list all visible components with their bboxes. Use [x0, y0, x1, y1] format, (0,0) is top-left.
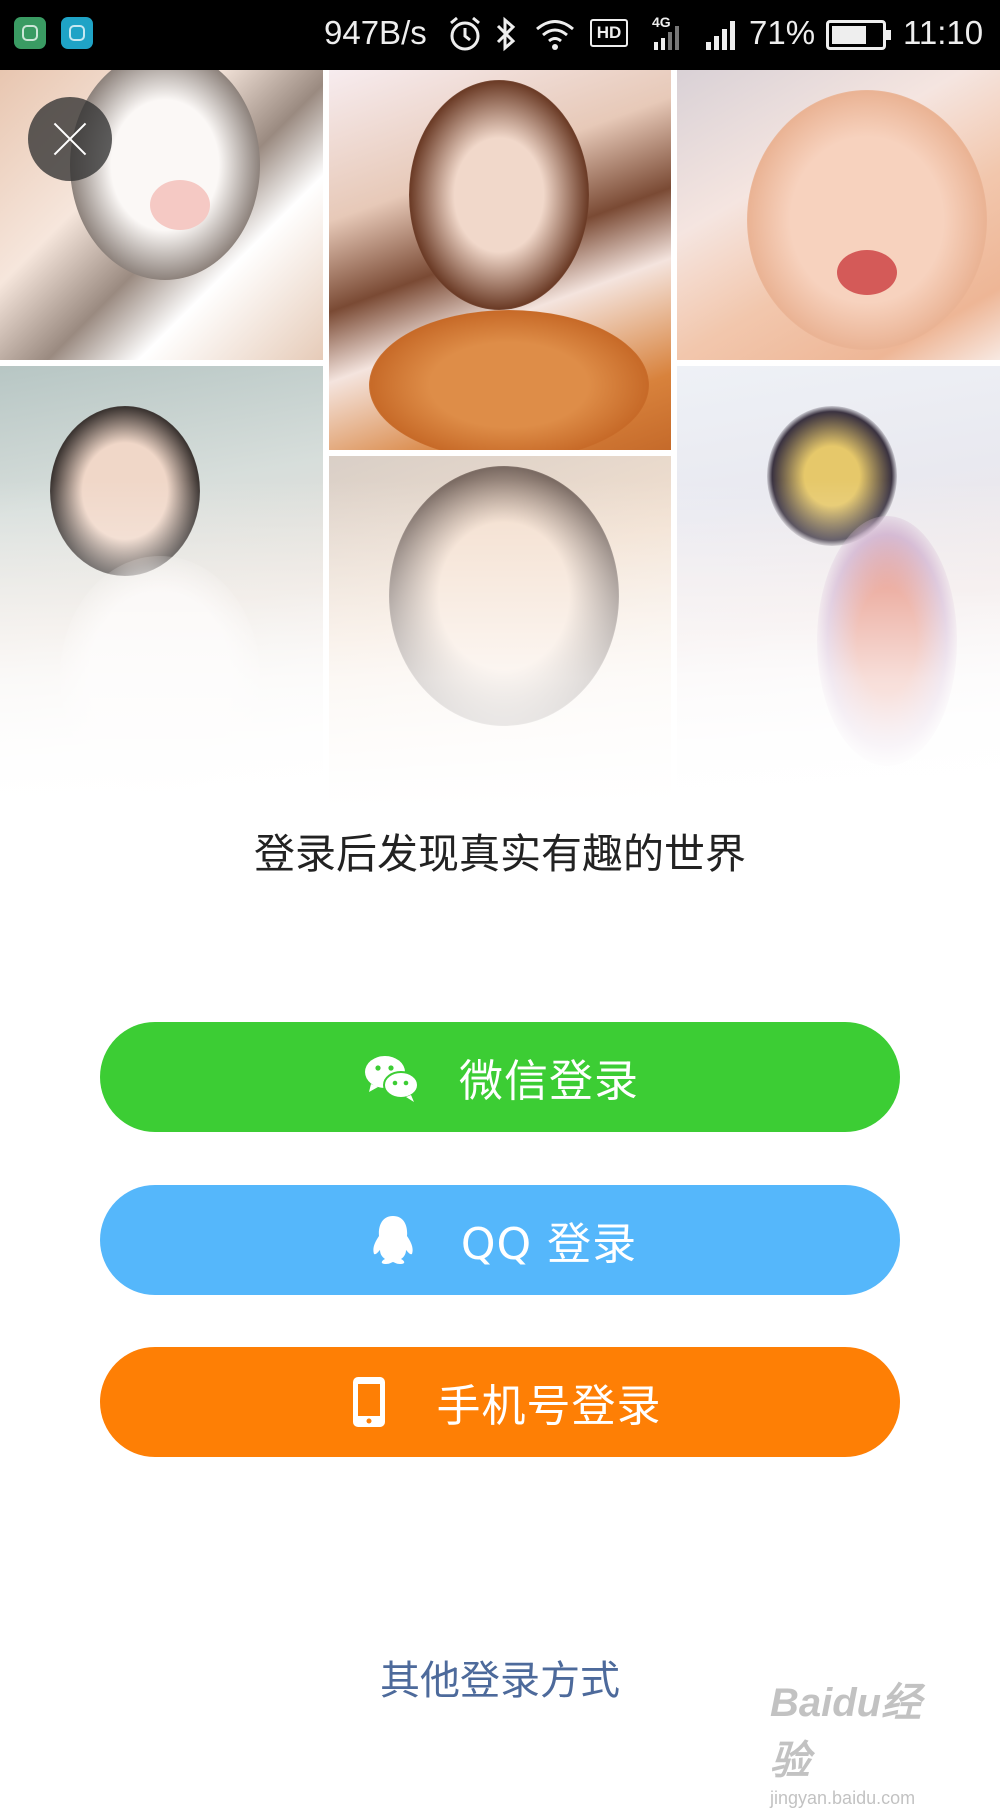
photo-collage: [0, 70, 1000, 810]
notification-app-icon: [14, 17, 46, 49]
phone-icon: [352, 1377, 385, 1427]
signal-strength-icon: [706, 21, 735, 50]
notification-qq-icon: [61, 17, 93, 49]
phone-login-label: 手机号登录: [436, 1381, 662, 1432]
wechat-login-button[interactable]: 微信登录: [100, 1022, 900, 1132]
collage-fade: [0, 480, 1000, 810]
qq-penguin-icon: [373, 1216, 413, 1264]
battery-icon: [826, 20, 891, 50]
bluetooth-icon: [496, 16, 516, 52]
clock: 11:10: [903, 14, 984, 51]
baby-photo: [677, 70, 1000, 360]
watermark-url: jingyan.baidu.com: [770, 1788, 916, 1808]
battery-fill: [832, 26, 867, 44]
watermark-logo: Baidu经验: [770, 1681, 922, 1783]
alarm-icon: [450, 16, 480, 51]
close-button[interactable]: [28, 97, 112, 181]
qq-login-label: QQ 登录: [460, 1219, 638, 1270]
woman-photo: [329, 70, 671, 450]
baidu-watermark: Baidu经验 jingyan.baidu.com: [770, 1670, 950, 1808]
mobile-data-icon: [654, 26, 679, 50]
hd-badge: HD: [590, 19, 628, 47]
battery-percent: 71%: [749, 14, 816, 51]
wechat-icon: [365, 1056, 419, 1102]
network-speed: 947B/s: [324, 14, 427, 51]
qq-login-button[interactable]: QQ 登录: [100, 1185, 900, 1295]
wifi-icon: [536, 20, 574, 50]
tagline: 登录后发现真实有趣的世界: [254, 830, 746, 878]
status-bar: 947B/s HD 4G 71% 11:10: [0, 0, 1000, 70]
phone-login-button[interactable]: 手机号登录: [100, 1347, 900, 1457]
wechat-login-label: 微信登录: [459, 1056, 639, 1107]
